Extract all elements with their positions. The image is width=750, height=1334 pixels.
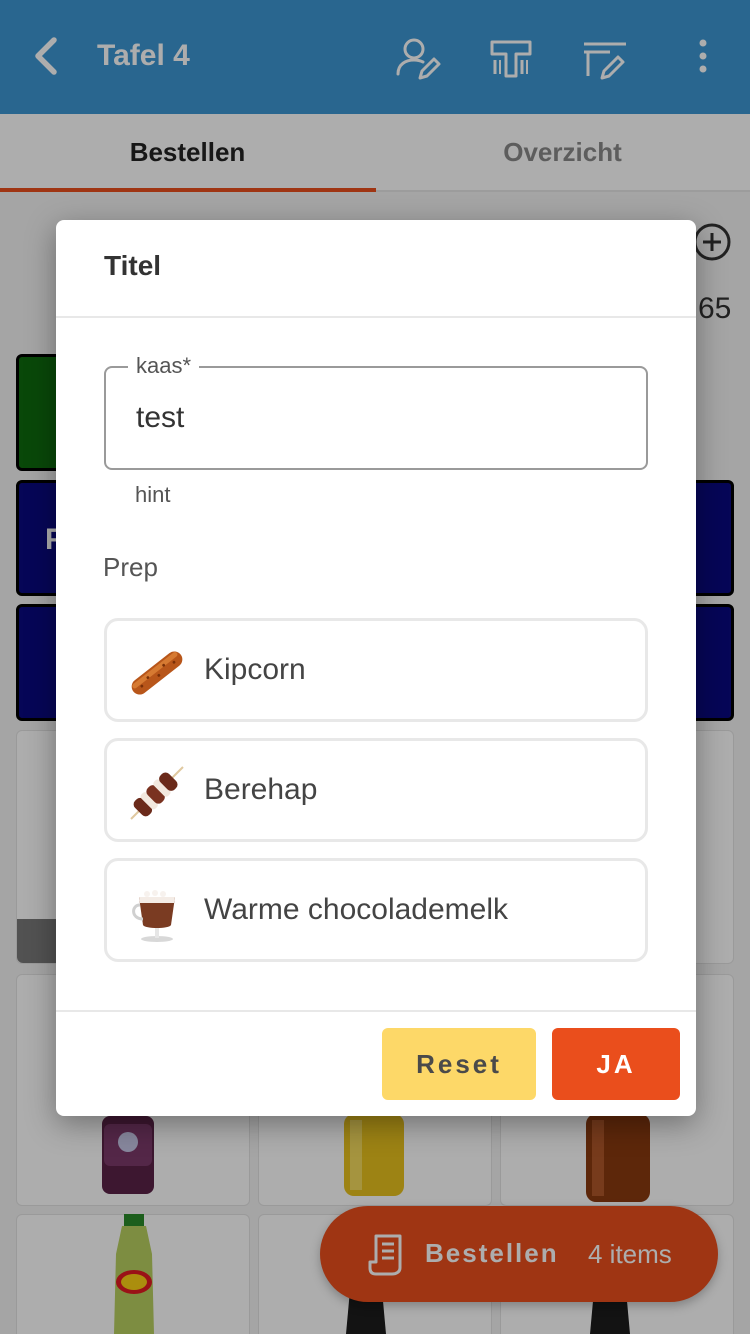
kaas-input[interactable]: [136, 398, 616, 438]
reset-button[interactable]: Reset: [382, 1028, 536, 1100]
options-dialog: Titel kaas* hint Prep Kipcorn Berehap Wa…: [56, 220, 696, 1116]
hot-chocolate-image: [132, 890, 175, 942]
kipcorn-image: [131, 651, 183, 695]
kaas-field[interactable]: kaas*: [104, 352, 648, 470]
option-warme-chocolademelk[interactable]: Warme chocolademelk: [104, 858, 648, 962]
field-hint: hint: [135, 482, 171, 507]
dialog-title: Titel: [104, 250, 162, 281]
divider: [56, 1010, 696, 1012]
prep-section-label: Prep: [103, 552, 158, 582]
option-label: Warme chocolademelk: [204, 893, 508, 926]
divider: [56, 316, 696, 318]
kaas-field-label: kaas*: [128, 352, 200, 380]
option-label: Kipcorn: [204, 653, 306, 686]
confirm-button[interactable]: JA: [552, 1028, 680, 1100]
option-berehap[interactable]: Berehap: [104, 738, 648, 842]
option-kipcorn[interactable]: Kipcorn: [104, 618, 648, 722]
berehap-image: [130, 766, 184, 820]
option-label: Berehap: [204, 773, 318, 806]
